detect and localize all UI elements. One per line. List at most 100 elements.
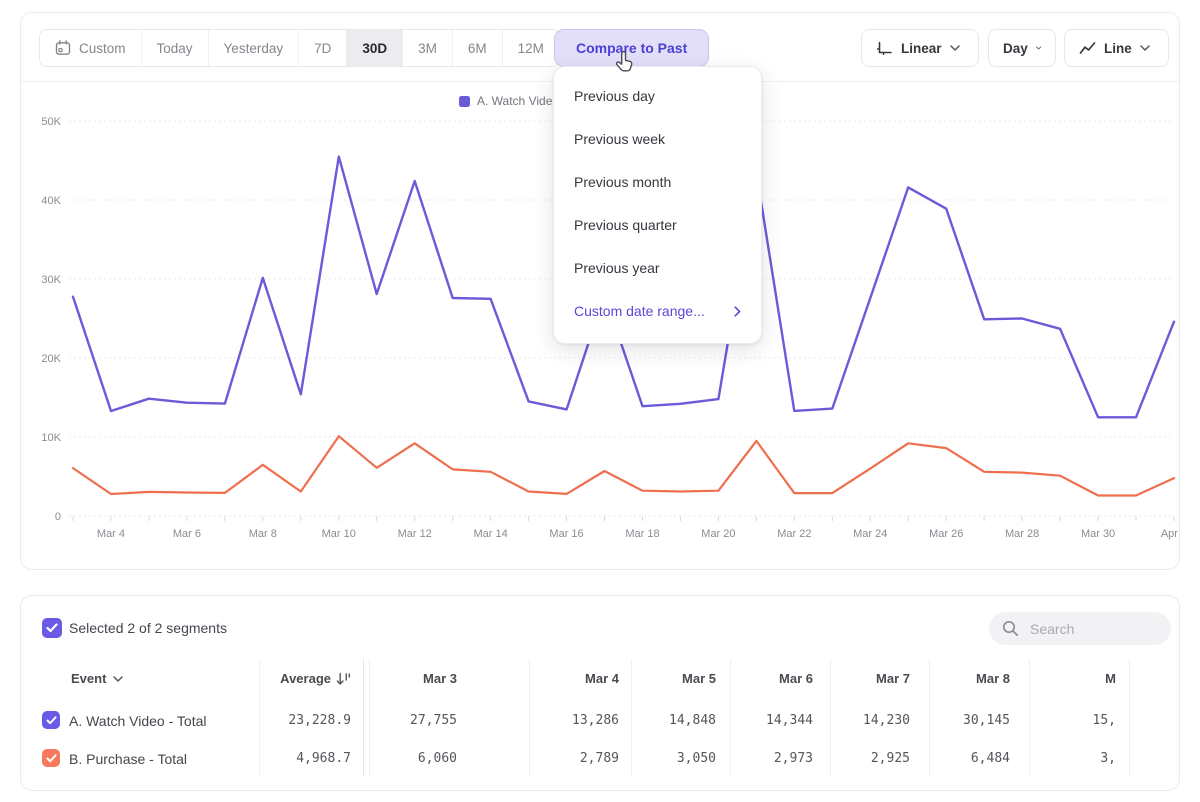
x-axis-label: Mar 24 [853,528,887,540]
column-divider [830,659,831,777]
x-axis-label: Mar 16 [549,528,583,540]
segments-card: Selected 2 of 2 segments Search Event Av… [20,595,1180,791]
cell-value: 2,789 [580,751,619,766]
chevron-right-icon [734,306,741,317]
column-divider [730,659,731,777]
column-divider [259,659,260,777]
x-axis-label: Mar 18 [625,528,659,540]
column-divider [929,659,930,777]
range-6m-button[interactable]: 6M [453,30,503,66]
column-header-mar6[interactable]: Mar 6 [779,671,813,686]
range-30d-button[interactable]: 30D [347,30,403,66]
y-axis-label: 30K [41,274,61,286]
compare-to-past-menu: Previous day Previous week Previous mont… [553,66,762,344]
row-checkbox-watch-video[interactable] [42,711,60,729]
x-axis-label: Mar 8 [249,528,277,540]
cell-value: 6,060 [418,751,457,766]
line-chart-icon [1079,41,1096,55]
y-axis-label: 50K [41,116,61,128]
menu-item-previous-month[interactable]: Previous month [554,161,761,204]
selected-segments-label: Selected 2 of 2 segments [69,620,227,636]
interval-dropdown[interactable]: Day [988,29,1056,67]
check-icon [46,716,57,725]
row-label-purchase[interactable]: B. Purchase - Total [69,751,187,767]
y-axis-label: 20K [41,353,61,365]
menu-item-custom-date-range[interactable]: Custom date range... [554,290,761,333]
chevron-down-icon [950,45,960,51]
average-column-header[interactable]: Average [280,671,351,686]
chart-type-label: Line [1104,41,1132,56]
column-divider [369,659,370,777]
row-checkbox-purchase[interactable] [42,749,60,767]
menu-item-previous-year[interactable]: Previous year [554,247,761,290]
range-yesterday-button[interactable]: Yesterday [209,30,300,66]
date-range-selector: Custom Today Yesterday 7D 30D 3M 6M 12M [39,29,560,67]
hand-cursor [614,50,638,76]
cell-value: 14,344 [766,713,813,728]
column-header-clipped[interactable]: M [1105,671,1116,686]
range-label: Custom [79,41,126,56]
sort-descending-icon [336,672,351,686]
x-axis-label: Mar 14 [473,528,507,540]
search-input[interactable]: Search [989,612,1171,645]
range-3m-button[interactable]: 3M [403,30,453,66]
y-axis-label: 40K [41,195,61,207]
x-axis-label: Mar 22 [777,528,811,540]
column-header-mar4[interactable]: Mar 4 [585,671,619,686]
chart-type-dropdown[interactable]: Line [1064,29,1169,67]
column-header-mar5[interactable]: Mar 5 [682,671,716,686]
check-icon [46,754,57,763]
column-header-mar7[interactable]: Mar 7 [876,671,910,686]
cell-value: 13,286 [572,713,619,728]
y-axis-label: 0 [55,511,61,523]
cell-value: 2,973 [774,751,813,766]
x-axis-label: Mar 30 [1081,528,1115,540]
column-divider [1029,659,1030,777]
cell-value: 27,755 [410,713,457,728]
menu-item-previous-week[interactable]: Previous week [554,118,761,161]
cell-value: 14,848 [669,713,716,728]
cell-value-clipped: 15, [1093,713,1116,728]
cell-value: 14,230 [863,713,910,728]
chevron-down-icon [1036,45,1041,51]
column-header-mar3[interactable]: Mar 3 [423,671,457,686]
cell-value: 30,145 [963,713,1010,728]
scale-dropdown[interactable]: Linear [861,29,979,67]
column-divider [1129,659,1130,777]
column-divider-frozen [363,659,364,777]
x-axis-label: Mar 26 [929,528,963,540]
range-12m-button[interactable]: 12M [503,30,559,66]
search-placeholder: Search [1030,621,1074,637]
range-7d-button[interactable]: 7D [299,30,347,66]
series-line-purchase [73,436,1174,495]
x-axis-label: Apr 1 [1161,528,1179,540]
cell-value: 2,925 [871,751,910,766]
x-axis-label: Mar 6 [173,528,201,540]
chevron-down-icon [1140,45,1150,51]
event-column-header[interactable]: Event [71,671,123,686]
select-all-checkbox[interactable] [42,618,62,638]
menu-item-previous-day[interactable]: Previous day [554,75,761,118]
range-custom-button[interactable]: Custom [40,30,142,66]
x-axis-label: Mar 4 [97,528,125,540]
column-header-mar8[interactable]: Mar 8 [976,671,1010,686]
cell-value: 3,050 [677,751,716,766]
column-divider [631,659,632,777]
x-axis-label: Mar 28 [1005,528,1039,540]
y-axis-label: 10K [41,432,61,444]
scale-label: Linear [901,41,942,56]
cell-average: 23,228.9 [288,713,351,728]
interval-label: Day [1003,41,1028,56]
column-divider [529,659,530,777]
calendar-icon [55,40,71,56]
cell-value: 6,484 [971,751,1010,766]
search-icon [1002,620,1019,637]
x-axis-label: Mar 10 [322,528,356,540]
row-label-watch-video[interactable]: A. Watch Video - Total [69,713,206,729]
chevron-down-icon [113,676,123,682]
x-axis-label: Mar 20 [701,528,735,540]
range-today-button[interactable]: Today [142,30,209,66]
x-axis-label: Mar 12 [398,528,432,540]
menu-item-previous-quarter[interactable]: Previous quarter [554,204,761,247]
cell-average: 4,968.7 [296,751,351,766]
